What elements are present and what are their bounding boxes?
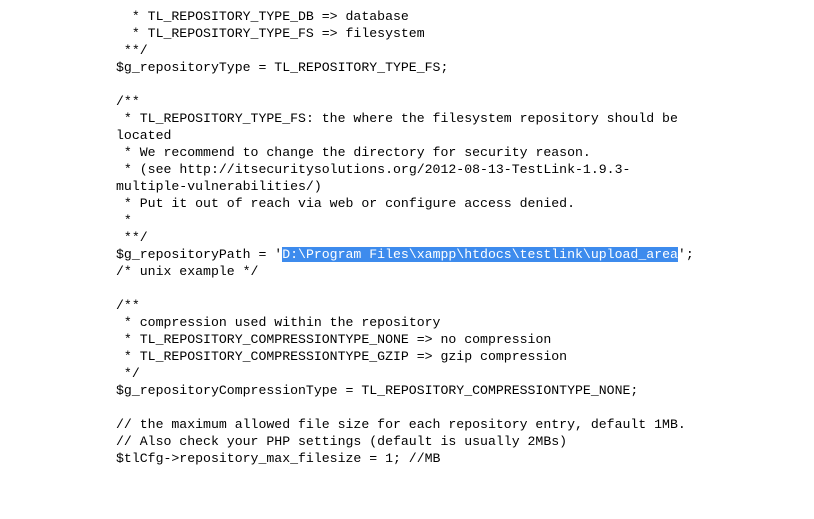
code-view[interactable]: * TL_REPOSITORY_TYPE_DB => database * TL… <box>116 8 696 467</box>
code-text-block[interactable]: * TL_REPOSITORY_TYPE_DB => database * TL… <box>116 8 696 467</box>
selected-repository-path[interactable]: D:\Program Files\xampp\htdocs\testlink\u… <box>282 247 678 262</box>
code-segment-before-selection: * TL_REPOSITORY_TYPE_DB => database * TL… <box>116 9 678 262</box>
code-segment-after-selection: '; /* unix example */ /** * compression … <box>116 247 694 466</box>
